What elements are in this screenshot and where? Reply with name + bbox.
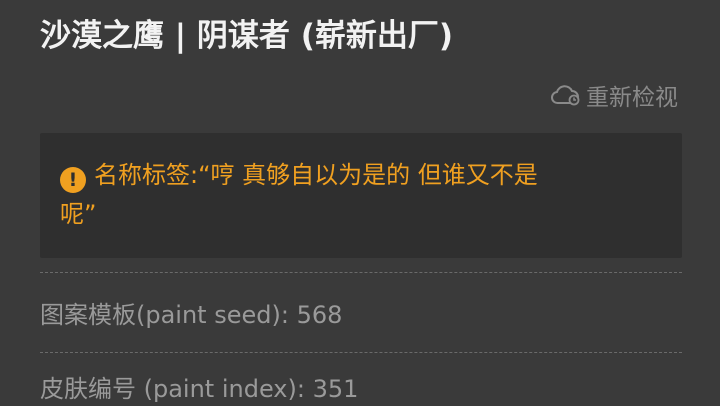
name-tag-notice: ! 名称标签:“哼 真够自以为是的 但谁又不是 呢” — [40, 133, 682, 258]
paint-seed-label: 图案模板(paint seed): — [40, 301, 289, 329]
item-title: 沙漠之鹰 | 阴谋者 (崭新出厂) — [40, 18, 454, 54]
reinspect-button[interactable]: 重新检视 — [550, 80, 678, 111]
divider — [40, 352, 682, 353]
paint-seed-value: 568 — [296, 301, 343, 329]
cloud-refresh-icon — [551, 85, 580, 106]
divider — [40, 272, 682, 273]
exclamation-circle-icon: ! — [60, 167, 86, 193]
paint-index-value: 351 — [312, 375, 359, 403]
name-tag-line1: 名称标签:“哼 真够自以为是的 但谁又不是 — [94, 161, 538, 189]
paint-index-label: 皮肤编号 (paint index): — [40, 375, 305, 403]
paint-seed-row: 图案模板(paint seed): 568 — [40, 298, 342, 332]
name-tag-line2: 呢” — [60, 200, 97, 228]
reinspect-label: 重新检视 — [586, 85, 678, 111]
name-tag-text: ! 名称标签:“哼 真够自以为是的 但谁又不是 呢” — [60, 156, 662, 234]
paint-index-row: 皮肤编号 (paint index): 351 — [40, 372, 358, 406]
